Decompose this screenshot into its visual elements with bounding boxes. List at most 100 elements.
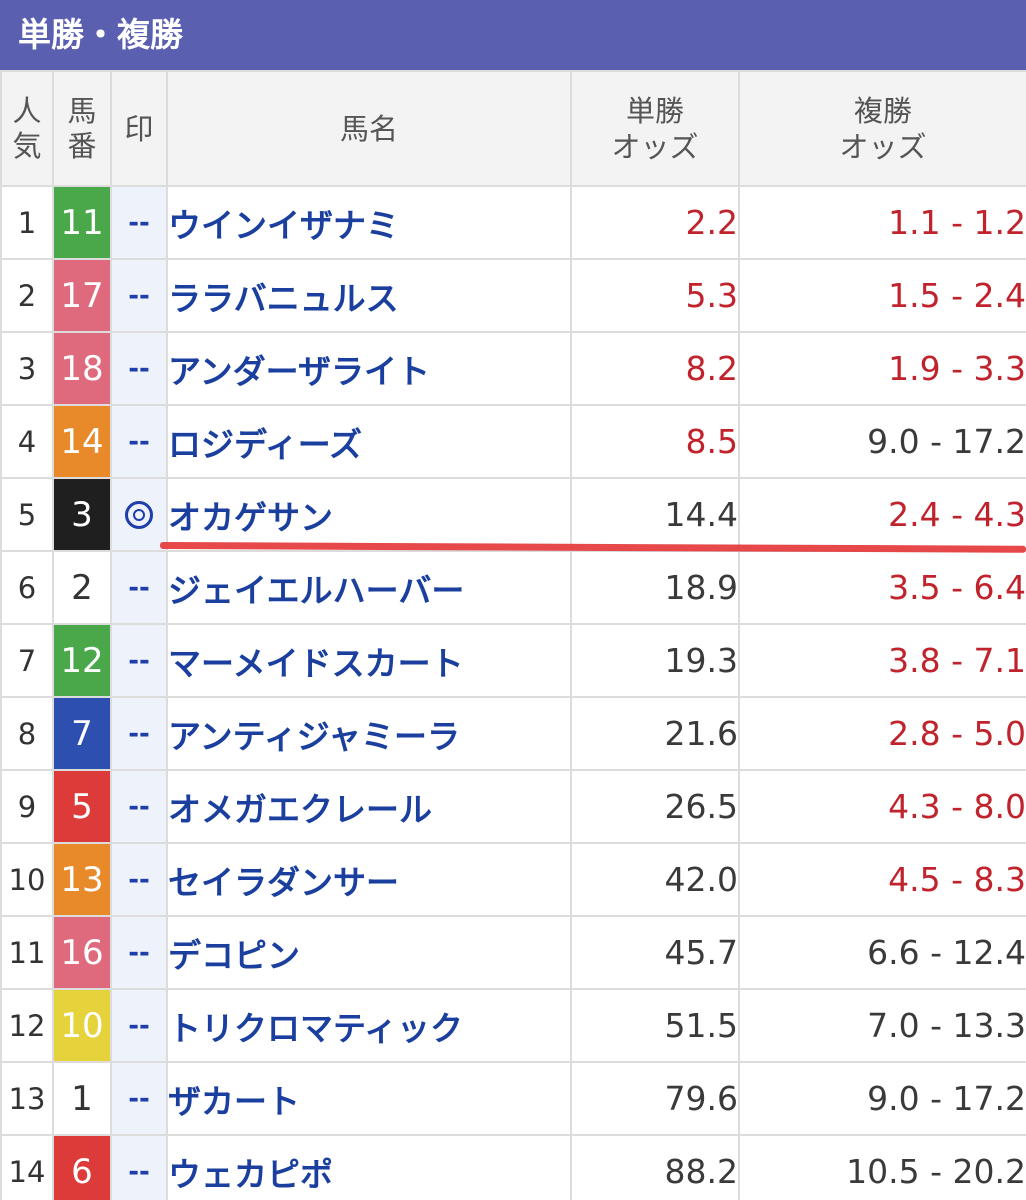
header-place-odds-line2: オッズ xyxy=(839,129,927,164)
popularity-rank: 11 xyxy=(0,915,54,990)
prediction-mark[interactable] xyxy=(110,477,168,552)
table-row[interactable]: 2 17 -- ララバニュルス 5.3 1.5 - 2.4 xyxy=(0,258,1026,333)
win-odds: 8.2 xyxy=(570,331,740,406)
prediction-mark[interactable]: -- xyxy=(110,769,168,844)
table-row[interactable]: 14 6 -- ウェカピポ 88.2 10.5 - 20.2 xyxy=(0,1134,1026,1200)
popularity-rank: 10 xyxy=(0,842,54,917)
win-odds: 2.2 xyxy=(570,185,740,260)
horse-number-badge: 18 xyxy=(52,331,112,406)
table-row[interactable]: 5 3 オカゲサン 14.4 2.4 - 4.3 xyxy=(0,477,1026,552)
table-row[interactable]: 10 13 -- セイラダンサー 42.0 4.5 - 8.3 xyxy=(0,842,1026,917)
popularity-rank: 9 xyxy=(0,769,54,844)
header-mark[interactable]: 印 xyxy=(110,70,168,187)
place-odds: 2.8 - 5.0 xyxy=(738,696,1026,771)
header-name[interactable]: 馬名 xyxy=(166,70,572,187)
horse-name-link[interactable]: セイラダンサー xyxy=(166,842,572,917)
table-row[interactable]: 1 11 -- ウインイザナミ 2.2 1.1 - 1.2 xyxy=(0,185,1026,260)
horse-name-link[interactable]: マーメイドスカート xyxy=(166,623,572,698)
table-row[interactable]: 7 12 -- マーメイドスカート 19.3 3.8 - 7.1 xyxy=(0,623,1026,698)
prediction-mark[interactable]: -- xyxy=(110,842,168,917)
header-place-odds-line1: 複勝 xyxy=(853,93,912,128)
horse-name-link[interactable]: ロジディーズ xyxy=(166,404,572,479)
section-title: 単勝・複勝 xyxy=(0,0,1026,70)
horse-number-badge: 5 xyxy=(52,769,112,844)
horse-name-link[interactable]: アンダーザライト xyxy=(166,331,572,406)
table-row[interactable]: 11 16 -- デコピン 45.7 6.6 - 12.4 xyxy=(0,915,1026,990)
win-odds: 19.3 xyxy=(570,623,740,698)
horse-name-link[interactable]: ザカート xyxy=(166,1061,572,1136)
header-win-odds[interactable]: 単勝 オッズ xyxy=(570,70,740,187)
popularity-rank: 4 xyxy=(0,404,54,479)
win-odds: 51.5 xyxy=(570,988,740,1063)
header-win-odds-line2: オッズ xyxy=(611,129,699,164)
horse-number-badge: 6 xyxy=(52,1134,112,1200)
horse-name-link[interactable]: オカゲサン xyxy=(166,477,572,552)
prediction-mark[interactable]: -- xyxy=(110,623,168,698)
horse-name-link[interactable]: オメガエクレール xyxy=(166,769,572,844)
horse-number-badge: 11 xyxy=(52,185,112,260)
popularity-rank: 12 xyxy=(0,988,54,1063)
horse-number-badge: 12 xyxy=(52,623,112,698)
place-odds: 1.5 - 2.4 xyxy=(738,258,1026,333)
place-odds: 9.0 - 17.2 xyxy=(738,1061,1026,1136)
header-rank[interactable]: 人気 xyxy=(0,70,54,187)
place-odds: 9.0 - 17.2 xyxy=(738,404,1026,479)
prediction-mark[interactable]: -- xyxy=(110,696,168,771)
table-row[interactable]: 9 5 -- オメガエクレール 26.5 4.3 - 8.0 xyxy=(0,769,1026,844)
place-odds: 10.5 - 20.2 xyxy=(738,1134,1026,1200)
odds-page: 単勝・複勝 人気 馬番 印 馬名 単勝 オッズ 複勝 オッズ 1 11 -- ウ… xyxy=(0,0,1026,1200)
place-odds: 2.4 - 4.3 xyxy=(738,477,1026,552)
popularity-rank: 13 xyxy=(0,1061,54,1136)
header-rank-label: 人気 xyxy=(12,93,42,163)
horse-name-link[interactable]: ウインイザナミ xyxy=(166,185,572,260)
win-odds: 42.0 xyxy=(570,842,740,917)
horse-name-link[interactable]: デコピン xyxy=(166,915,572,990)
win-odds: 26.5 xyxy=(570,769,740,844)
horse-name-link[interactable]: アンティジャミーラ xyxy=(166,696,572,771)
horse-number-badge: 14 xyxy=(52,404,112,479)
horse-number-badge: 3 xyxy=(52,477,112,552)
table-header-row: 人気 馬番 印 馬名 単勝 オッズ 複勝 オッズ xyxy=(0,70,1026,187)
prediction-mark[interactable]: -- xyxy=(110,550,168,625)
odds-table: 人気 馬番 印 馬名 単勝 オッズ 複勝 オッズ 1 11 -- ウインイザナミ 2.2… xyxy=(0,70,1026,1200)
place-odds: 4.3 - 8.0 xyxy=(738,769,1026,844)
horse-name-link[interactable]: ウェカピポ xyxy=(166,1134,572,1200)
win-odds: 14.4 xyxy=(570,477,740,552)
place-odds: 3.5 - 6.4 xyxy=(738,550,1026,625)
prediction-mark[interactable]: -- xyxy=(110,258,168,333)
table-row[interactable]: 3 18 -- アンダーザライト 8.2 1.9 - 3.3 xyxy=(0,331,1026,406)
horse-number-badge: 1 xyxy=(52,1061,112,1136)
popularity-rank: 8 xyxy=(0,696,54,771)
table-row[interactable]: 8 7 -- アンティジャミーラ 21.6 2.8 - 5.0 xyxy=(0,696,1026,771)
prediction-mark[interactable]: -- xyxy=(110,404,168,479)
table-row[interactable]: 13 1 -- ザカート 79.6 9.0 - 17.2 xyxy=(0,1061,1026,1136)
win-odds: 79.6 xyxy=(570,1061,740,1136)
popularity-rank: 14 xyxy=(0,1134,54,1200)
prediction-mark[interactable]: -- xyxy=(110,988,168,1063)
prediction-mark[interactable]: -- xyxy=(110,915,168,990)
horse-name-link[interactable]: ララバニュルス xyxy=(166,258,572,333)
place-odds: 6.6 - 12.4 xyxy=(738,915,1026,990)
popularity-rank: 7 xyxy=(0,623,54,698)
table-row[interactable]: 6 2 -- ジェイエルハーバー 18.9 3.5 - 6.4 xyxy=(0,550,1026,625)
horse-name-link[interactable]: ジェイエルハーバー xyxy=(166,550,572,625)
horse-name-link[interactable]: トリクロマティック xyxy=(166,988,572,1063)
table-row[interactable]: 4 14 -- ロジディーズ 8.5 9.0 - 17.2 xyxy=(0,404,1026,479)
win-odds: 88.2 xyxy=(570,1134,740,1200)
header-win-odds-line1: 単勝 xyxy=(625,93,684,128)
table-body: 1 11 -- ウインイザナミ 2.2 1.1 - 1.2 2 17 -- ララバニュルス 5.3 1… xyxy=(0,185,1026,1200)
header-place-odds[interactable]: 複勝 オッズ xyxy=(738,70,1026,187)
table-row[interactable]: 12 10 -- トリクロマティック 51.5 7.0 - 13.3 xyxy=(0,988,1026,1063)
win-odds: 5.3 xyxy=(570,258,740,333)
prediction-mark[interactable]: -- xyxy=(110,185,168,260)
win-odds: 18.9 xyxy=(570,550,740,625)
horse-number-badge: 10 xyxy=(52,988,112,1063)
header-number[interactable]: 馬番 xyxy=(52,70,112,187)
popularity-rank: 5 xyxy=(0,477,54,552)
win-odds: 8.5 xyxy=(570,404,740,479)
popularity-rank: 1 xyxy=(0,185,54,260)
horse-number-badge: 17 xyxy=(52,258,112,333)
prediction-mark[interactable]: -- xyxy=(110,1134,168,1200)
prediction-mark[interactable]: -- xyxy=(110,331,168,406)
prediction-mark[interactable]: -- xyxy=(110,1061,168,1136)
